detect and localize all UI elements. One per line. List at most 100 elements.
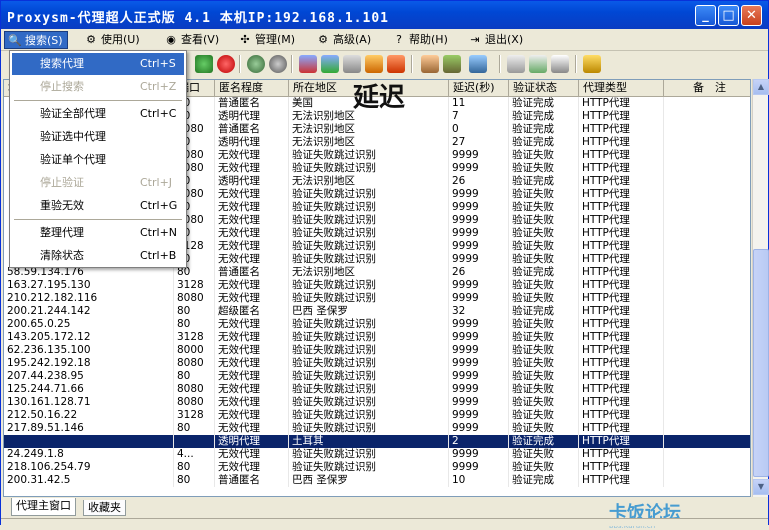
search-menu-item[interactable]: 搜索代理 Ctrl+S xyxy=(12,53,184,75)
network-icon: ⚙ xyxy=(86,33,96,46)
table-cell: 验证失败跳过识别 xyxy=(289,188,449,201)
tab-favorites[interactable]: 收藏夹 xyxy=(83,500,126,516)
table-row[interactable]: 218.106.254.79 80 无效代理 验证失败跳过识别 9999 验证失败 HTTP… xyxy=(4,461,750,474)
search-menu-item[interactable]: 重验无效 Ctrl+G xyxy=(12,195,184,217)
table-cell: 无效代理 xyxy=(215,292,289,305)
column-header[interactable]: 延迟(秒) xyxy=(449,80,509,97)
minimize-button[interactable]: _ xyxy=(695,5,716,26)
table-cell: 80 xyxy=(174,461,215,474)
close-button[interactable]: ✕ xyxy=(741,5,762,26)
scroll-up-button[interactable]: ▲ xyxy=(753,79,769,95)
table-row[interactable]: 195.242.192.18 8080 无效代理 验证失败跳过识别 9999 验证失败 HT… xyxy=(4,357,750,370)
table-row[interactable]: 217.89.51.146 80 无效代理 验证失败跳过识别 9999 验证失败 HTTP代… xyxy=(4,422,750,435)
table-cell: 验证完成 xyxy=(509,266,579,279)
tab-main-window[interactable]: 代理主窗口 xyxy=(11,498,76,516)
table-cell: 验证失败 xyxy=(509,214,579,227)
sort-icon[interactable] xyxy=(299,55,317,73)
menu-item-label: 验证单个代理 xyxy=(40,153,106,166)
copy-icon[interactable] xyxy=(507,55,525,73)
menu-advanced[interactable]: ⚙ 高级(A) xyxy=(313,31,375,49)
column-header[interactable]: 代理类型 xyxy=(579,80,664,97)
search-menu-item[interactable]: 验证选中代理 xyxy=(12,126,184,148)
table-cell: 9999 xyxy=(449,409,509,422)
vertical-scrollbar[interactable]: ▲ ▼ xyxy=(752,79,769,497)
table-cell: 无法识别地区 xyxy=(289,123,449,136)
stop-verify-icon[interactable] xyxy=(269,55,287,73)
table-row[interactable]: 130.161.128.71 8080 无效代理 验证失败跳过识别 9999 验证失败 HT… xyxy=(4,396,750,409)
table-cell: 9999 xyxy=(449,188,509,201)
menu-manage[interactable]: ✣ 管理(M) xyxy=(235,31,299,49)
title-bar[interactable]: Proxysm-代理超人正式版 4.1 本机IP:192.168.1.101 _… xyxy=(1,1,768,29)
menu-item-label: 验证选中代理 xyxy=(40,130,106,143)
table-cell: 无效代理 xyxy=(215,227,289,240)
table-row[interactable]: 210.212.182.116 8080 无效代理 验证失败跳过识别 9999 验证失败 H… xyxy=(4,292,750,305)
search-menu-item[interactable]: 停止搜索 Ctrl+Z xyxy=(12,76,184,98)
table-cell: 26 xyxy=(449,175,509,188)
menu-exit[interactable]: ⇥ 退出(X) xyxy=(465,31,527,49)
clean-icon[interactable] xyxy=(343,55,361,73)
toolbar-separator xyxy=(411,55,413,73)
sort-alt-icon[interactable] xyxy=(321,55,339,73)
traffic-light-icon[interactable] xyxy=(195,55,213,73)
exit-door-icon[interactable] xyxy=(583,55,601,73)
table-cell: 验证失败 xyxy=(509,396,579,409)
folder-icon[interactable] xyxy=(421,55,439,73)
table-cell: 8080 xyxy=(174,292,215,305)
table-row[interactable]: 透明代理 土耳其 2 验证完成 HTTP代理 xyxy=(4,435,750,448)
table-row[interactable]: 200.31.42.5 80 普通匿名 巴西 圣保罗 10 验证完成 HTTP代理 xyxy=(4,474,750,487)
menu-help[interactable]: ? 帮助(H) xyxy=(389,31,452,49)
table-cell: 27 xyxy=(449,136,509,149)
table-cell: HTTP代理 xyxy=(579,175,664,188)
column-header[interactable]: 匿名程度 xyxy=(215,80,289,97)
table-row[interactable]: 212.50.16.22 3128 无效代理 验证失败跳过识别 9999 验证失败 HTTP… xyxy=(4,409,750,422)
table-cell: 3128 xyxy=(174,409,215,422)
maximize-button[interactable]: □ xyxy=(718,5,739,26)
verify-icon[interactable] xyxy=(247,55,265,73)
table-cell: 验证失败 xyxy=(509,461,579,474)
toolbar-separator xyxy=(239,55,241,73)
stop-icon[interactable] xyxy=(217,55,235,73)
table-cell: 200.21.244.142 xyxy=(4,305,174,318)
table-cell: 验证失败 xyxy=(509,370,579,383)
table-cell: 验证失败 xyxy=(509,253,579,266)
table-row[interactable]: 24.249.1.8 4... 无效代理 验证失败跳过识别 9999 验证失败 HTTP代理 xyxy=(4,448,750,461)
search-menu-item[interactable]: 整理代理 Ctrl+N xyxy=(12,222,184,244)
search-menu-item[interactable]: 验证全部代理 Ctrl+C xyxy=(12,103,184,125)
table-cell: 验证失败跳过识别 xyxy=(289,370,449,383)
table-cell xyxy=(664,435,750,448)
table-cell: 80 xyxy=(174,318,215,331)
table-row[interactable]: 200.65.0.25 80 无效代理 验证失败跳过识别 9999 验证失败 HTTP代理 xyxy=(4,318,750,331)
table-cell: 验证失败跳过识别 xyxy=(289,448,449,461)
dropdown-tool-icon[interactable] xyxy=(469,55,487,73)
search-menu-item[interactable]: 清除状态 Ctrl+B xyxy=(12,245,184,267)
table-row[interactable]: 200.21.244.142 80 超级匿名 巴西 圣保罗 32 验证完成 HTTP代理 xyxy=(4,305,750,318)
table-cell: 207.44.238.95 xyxy=(4,370,174,383)
table-row[interactable]: 62.236.135.100 8000 无效代理 验证失败跳过识别 9999 验证失败 HT… xyxy=(4,344,750,357)
notes-icon[interactable] xyxy=(551,55,569,73)
table-row[interactable]: 207.44.238.95 80 无效代理 验证失败跳过识别 9999 验证失败 HTTP代… xyxy=(4,370,750,383)
exit-icon: ⇥ xyxy=(470,33,480,46)
search-menu-item[interactable]: 验证单个代理 xyxy=(12,149,184,171)
table-cell: 143.205.172.12 xyxy=(4,331,174,344)
edit-icon[interactable] xyxy=(529,55,547,73)
table-row[interactable]: 163.27.195.130 3128 无效代理 验证失败跳过识别 9999 验证失败 HT… xyxy=(4,279,750,292)
table-cell: 超级匿名 xyxy=(215,305,289,318)
table-row[interactable]: 125.244.71.66 8080 无效代理 验证失败跳过识别 9999 验证失败 HTT… xyxy=(4,383,750,396)
scroll-thumb[interactable] xyxy=(753,249,769,477)
column-header[interactable]: 验证状态 xyxy=(509,80,579,97)
tag-icon[interactable] xyxy=(443,55,461,73)
table-cell: 验证完成 xyxy=(509,435,579,448)
import-icon[interactable] xyxy=(365,55,383,73)
menu-use[interactable]: ⚙ 使用(U) xyxy=(81,31,144,49)
column-header[interactable]: 备 注 xyxy=(664,80,750,97)
menu-view[interactable]: ◉ 查看(V) xyxy=(161,31,223,49)
export-icon[interactable] xyxy=(387,55,405,73)
table-cell: 8080 xyxy=(174,383,215,396)
menu-search[interactable]: 🔍 搜索(S) xyxy=(4,31,68,49)
table-cell: 土耳其 xyxy=(289,435,449,448)
search-menu-item[interactable]: 停止验证 Ctrl+J xyxy=(12,172,184,194)
table-row[interactable]: 143.205.172.12 3128 无效代理 验证失败跳过识别 9999 验证失败 HT… xyxy=(4,331,750,344)
table-cell: 验证失败跳过识别 xyxy=(289,227,449,240)
scroll-down-button[interactable]: ▼ xyxy=(753,479,769,495)
table-cell: HTTP代理 xyxy=(579,422,664,435)
